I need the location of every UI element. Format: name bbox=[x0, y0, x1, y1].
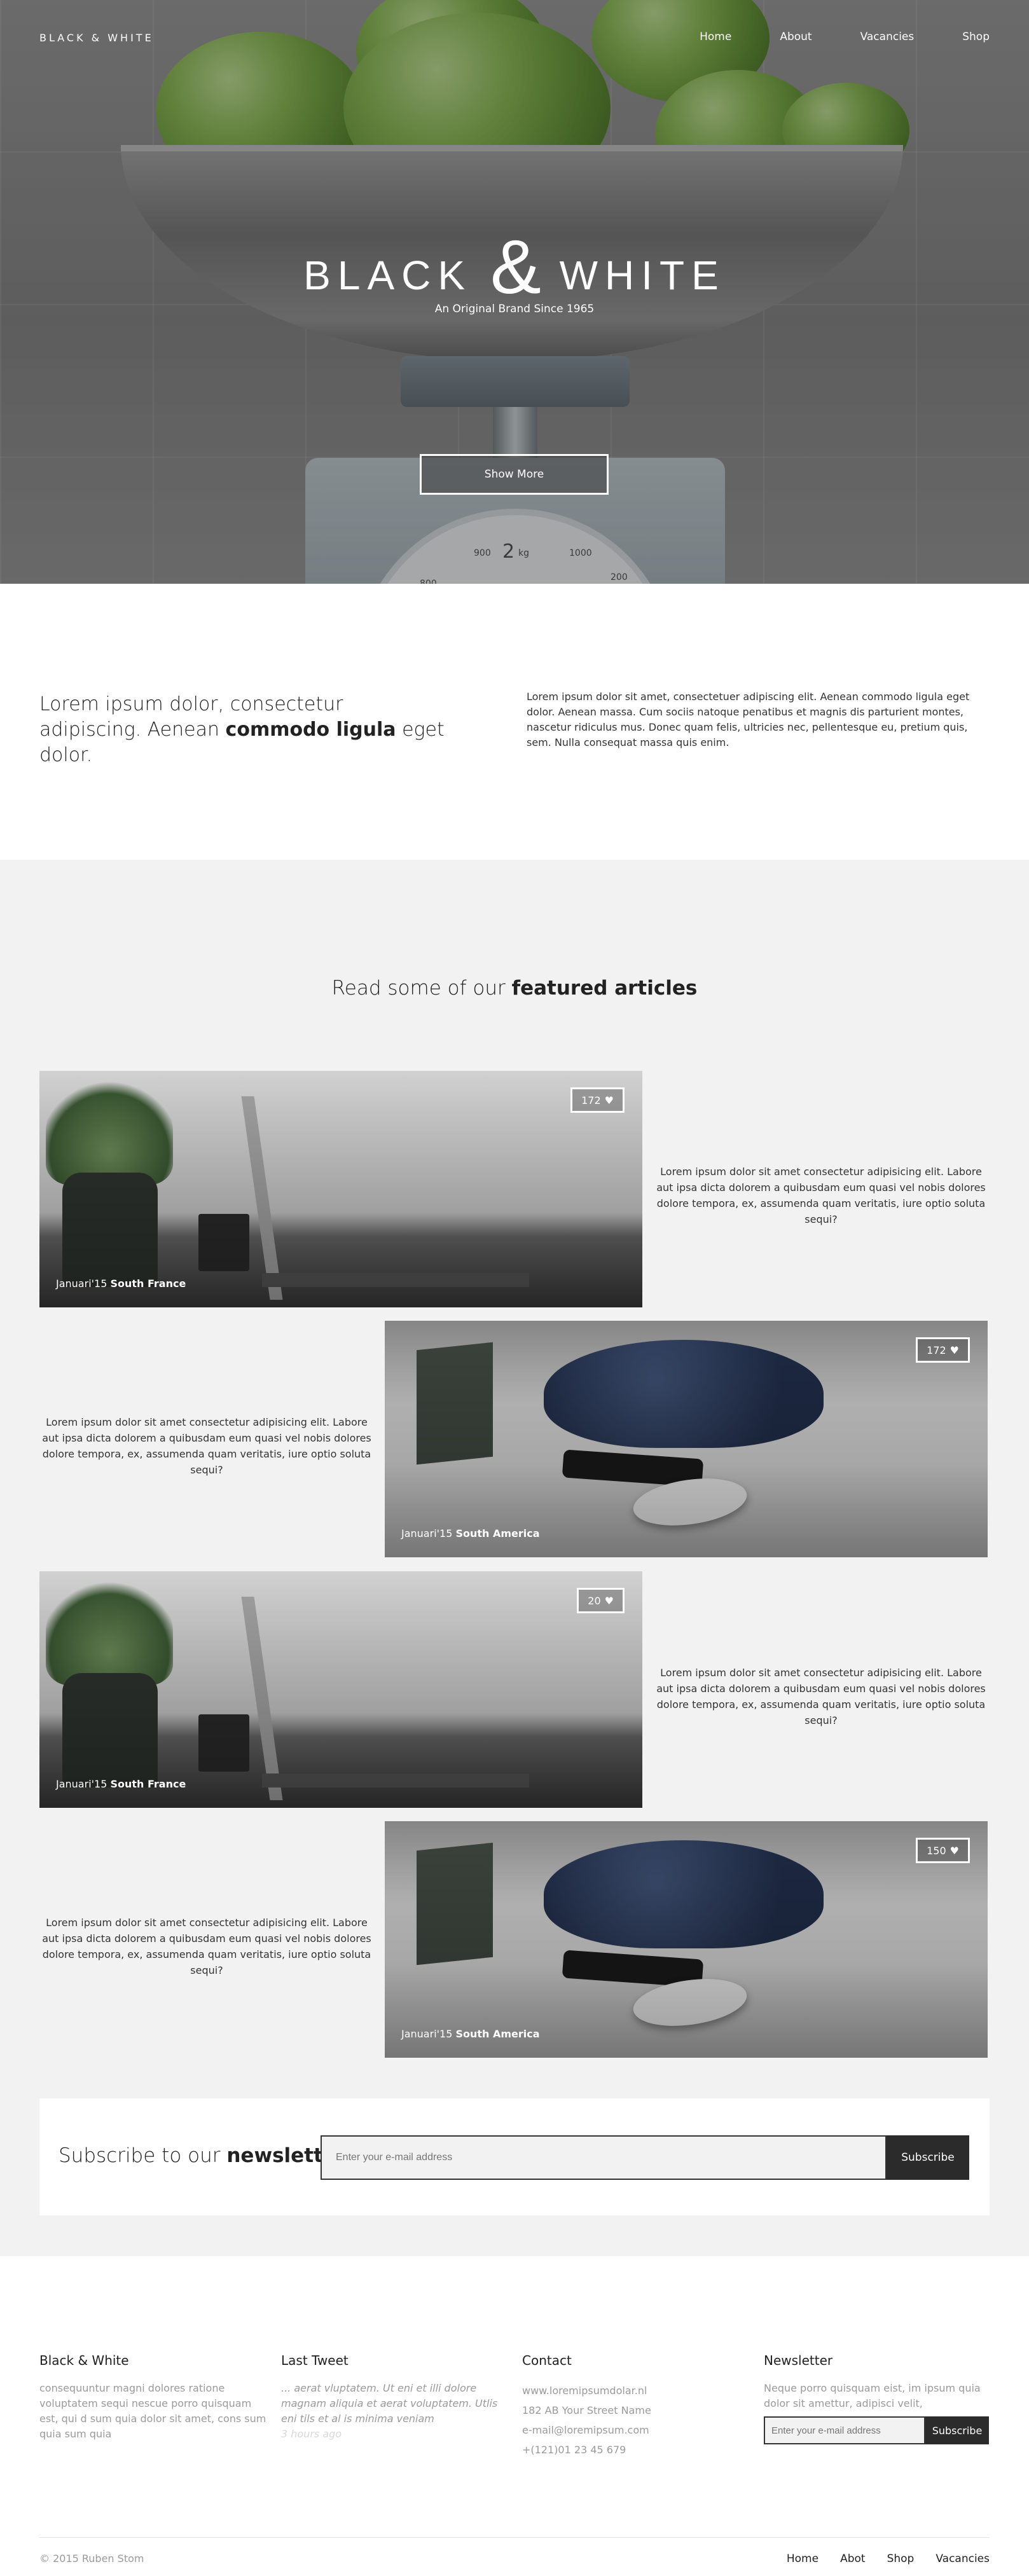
contact-address: 182 AB Your Street Name bbox=[522, 2404, 651, 2416]
article-image[interactable]: 20 ♥ Januari'15 South France bbox=[39, 1571, 642, 1808]
heart-icon: ♥ bbox=[950, 1844, 959, 1857]
subscribe-button[interactable]: Subscribe bbox=[887, 2135, 969, 2180]
footer-newsletter-title: Newsletter bbox=[764, 2353, 833, 2368]
article-caption: Januari'15 South America bbox=[401, 2028, 540, 2040]
footer-newsletter: Newsletter Neque porro quisquam eist, im… bbox=[764, 2353, 993, 2444]
article-text: Lorem ipsum dolor sit amet consectetur a… bbox=[42, 1416, 371, 1476]
show-more-button[interactable]: Show More bbox=[420, 454, 609, 495]
contact-email[interactable]: e-mail@loremipsum.com bbox=[522, 2420, 751, 2440]
brand-logo[interactable]: BLACK & WHITE bbox=[39, 32, 154, 44]
article-image[interactable]: 150 ♥ Januari'15 South America bbox=[385, 1821, 988, 2058]
nav-vacancies[interactable]: Vacancies bbox=[860, 31, 915, 43]
footer: Black & White consequuntur magni dolores… bbox=[0, 2256, 1029, 2576]
intro-section: Lorem ipsum dolor, consectetur adipiscin… bbox=[0, 584, 1029, 860]
intro-text: Lorem ipsum dolor sit amet, consectetuer… bbox=[527, 691, 970, 748]
article-caption: Januari'15 South America bbox=[401, 1527, 540, 1539]
articles-heading: Read some of our featured articles bbox=[331, 977, 698, 1000]
footer-subscribe-button[interactable]: Subscribe bbox=[925, 2416, 989, 2444]
likes-badge[interactable]: 172 ♥ bbox=[916, 1337, 970, 1363]
footer-contact-title: Contact bbox=[522, 2353, 572, 2368]
footer-newsletter-text: Neque porro quisquam eist, im ipsum quia… bbox=[764, 2382, 981, 2409]
copyright: © 2015 Ruben Stom bbox=[39, 2552, 144, 2565]
likes-badge[interactable]: 150 ♥ bbox=[916, 1838, 970, 1863]
newsletter-title: Subscribe to our newsletter bbox=[59, 2144, 347, 2167]
footer-divider bbox=[39, 2537, 990, 2538]
tweet-text: ... aerat vluptatem. Ut eni et illi dolo… bbox=[281, 2382, 498, 2425]
article-text: Lorem ipsum dolor sit amet consectetur a… bbox=[656, 1667, 986, 1726]
nav-about[interactable]: About bbox=[780, 31, 811, 43]
heart-icon: ♥ bbox=[950, 1344, 959, 1356]
heart-icon: ♥ bbox=[604, 1594, 614, 1607]
footer-about-title: Black & White bbox=[39, 2353, 129, 2368]
hero-subtitle: An Original Brand Since 1965 bbox=[434, 303, 595, 315]
footer-contact: Contact www.loremipsumdolar.nl 182 AB Yo… bbox=[522, 2353, 751, 2460]
heart-icon: ♥ bbox=[604, 1094, 614, 1106]
hero-section: 2 kg 1000 900 200 800 BLACK & WHITE Home… bbox=[0, 0, 1029, 584]
nav-home[interactable]: Home bbox=[700, 31, 731, 43]
likes-badge[interactable]: 172 ♥ bbox=[570, 1087, 625, 1113]
likes-badge[interactable]: 20 ♥ bbox=[577, 1588, 625, 1613]
nav-shop[interactable]: Shop bbox=[962, 31, 990, 43]
footer-about-text: consequuntur magni dolores ratione volup… bbox=[39, 2382, 266, 2440]
footer-email-input[interactable] bbox=[764, 2416, 925, 2444]
hero-title: BLACK & WHITE bbox=[303, 224, 726, 310]
footer-tweet-title: Last Tweet bbox=[281, 2353, 349, 2368]
contact-phone[interactable]: +(121)01 23 45 679 bbox=[522, 2440, 751, 2460]
footer-nav-vacancies[interactable]: Vacancies bbox=[936, 2552, 990, 2565]
footer-nav-home[interactable]: Home bbox=[787, 2552, 818, 2565]
article-text: Lorem ipsum dolor sit amet consectetur a… bbox=[42, 1917, 371, 1976]
footer-nav: Home Abot Shop Vacancies bbox=[787, 2552, 990, 2565]
newsletter-email-input[interactable] bbox=[321, 2135, 887, 2180]
footer-tweet: Last Tweet ... aerat vluptatem. Ut eni e… bbox=[281, 2353, 510, 2442]
article-text: Lorem ipsum dolor sit amet consectetur a… bbox=[656, 1166, 986, 1225]
newsletter-box: Subscribe to our newsletter Subscribe bbox=[39, 2098, 990, 2215]
main-nav: Home About Vacancies Shop bbox=[700, 31, 990, 43]
article-caption: Januari'15 South France bbox=[56, 1278, 186, 1290]
article-image[interactable]: 172 ♥ Januari'15 South France bbox=[39, 1071, 642, 1307]
intro-lead: Lorem ipsum dolor, consectetur adipiscin… bbox=[39, 693, 445, 766]
article-image[interactable]: 172 ♥ Januari'15 South America bbox=[385, 1321, 988, 1557]
footer-nav-about[interactable]: Abot bbox=[840, 2552, 866, 2565]
tweet-time: 3 hours ago bbox=[281, 2428, 342, 2440]
articles-section: Read some of our featured articles 172 ♥ … bbox=[0, 860, 1029, 2256]
footer-nav-shop[interactable]: Shop bbox=[887, 2552, 915, 2565]
footer-about: Black & White consequuntur magni dolores… bbox=[39, 2353, 268, 2442]
article-caption: Januari'15 South France bbox=[56, 1778, 186, 1790]
contact-website[interactable]: www.loremipsumdolar.nl bbox=[522, 2381, 751, 2400]
